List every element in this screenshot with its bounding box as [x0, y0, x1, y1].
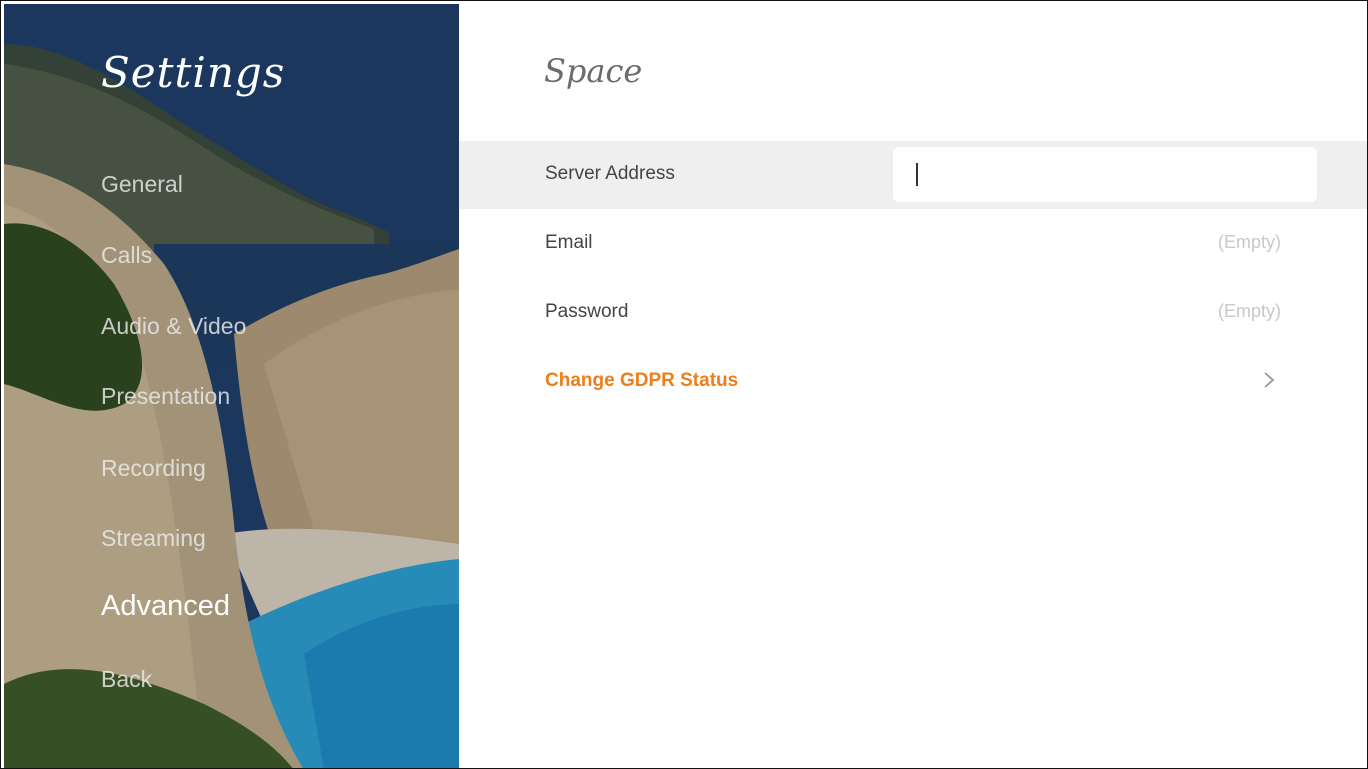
main-panel: Space Server Address Email (Empty) Passw…	[459, 4, 1367, 768]
sidebar-item-presentation[interactable]: Presentation	[101, 383, 230, 410]
page-title: Space	[544, 52, 643, 90]
password-row[interactable]: Password (Empty)	[459, 279, 1367, 347]
password-label: Password	[545, 301, 629, 322]
app-window: Settings General Calls Audio & Video Pre…	[0, 0, 1368, 769]
sidebar-item-recording[interactable]: Recording	[101, 455, 206, 482]
sidebar-item-general[interactable]: General	[101, 171, 183, 198]
sidebar-item-audio-video[interactable]: Audio & Video	[101, 313, 246, 340]
sidebar-item-calls[interactable]: Calls	[101, 242, 152, 269]
sidebar-overlay	[4, 4, 459, 768]
server-address-row[interactable]: Server Address	[459, 141, 1367, 209]
email-row[interactable]: Email (Empty)	[459, 210, 1367, 278]
chevron-right-icon	[1264, 372, 1275, 388]
sidebar-item-streaming[interactable]: Streaming	[101, 525, 206, 552]
email-value: (Empty)	[1218, 232, 1281, 252]
sidebar-item-back[interactable]: Back	[101, 666, 152, 693]
password-value: (Empty)	[1218, 301, 1281, 321]
text-caret	[916, 163, 918, 186]
sidebar-item-advanced[interactable]: Advanced	[101, 590, 230, 623]
email-label: Email	[545, 232, 593, 253]
settings-title: Settings	[101, 48, 286, 97]
server-address-input[interactable]	[893, 147, 1317, 202]
server-address-label: Server Address	[545, 163, 675, 184]
gdpr-row[interactable]: Change GDPR Status	[459, 348, 1367, 416]
sidebar: Settings General Calls Audio & Video Pre…	[4, 4, 459, 768]
gdpr-label: Change GDPR Status	[545, 370, 739, 391]
